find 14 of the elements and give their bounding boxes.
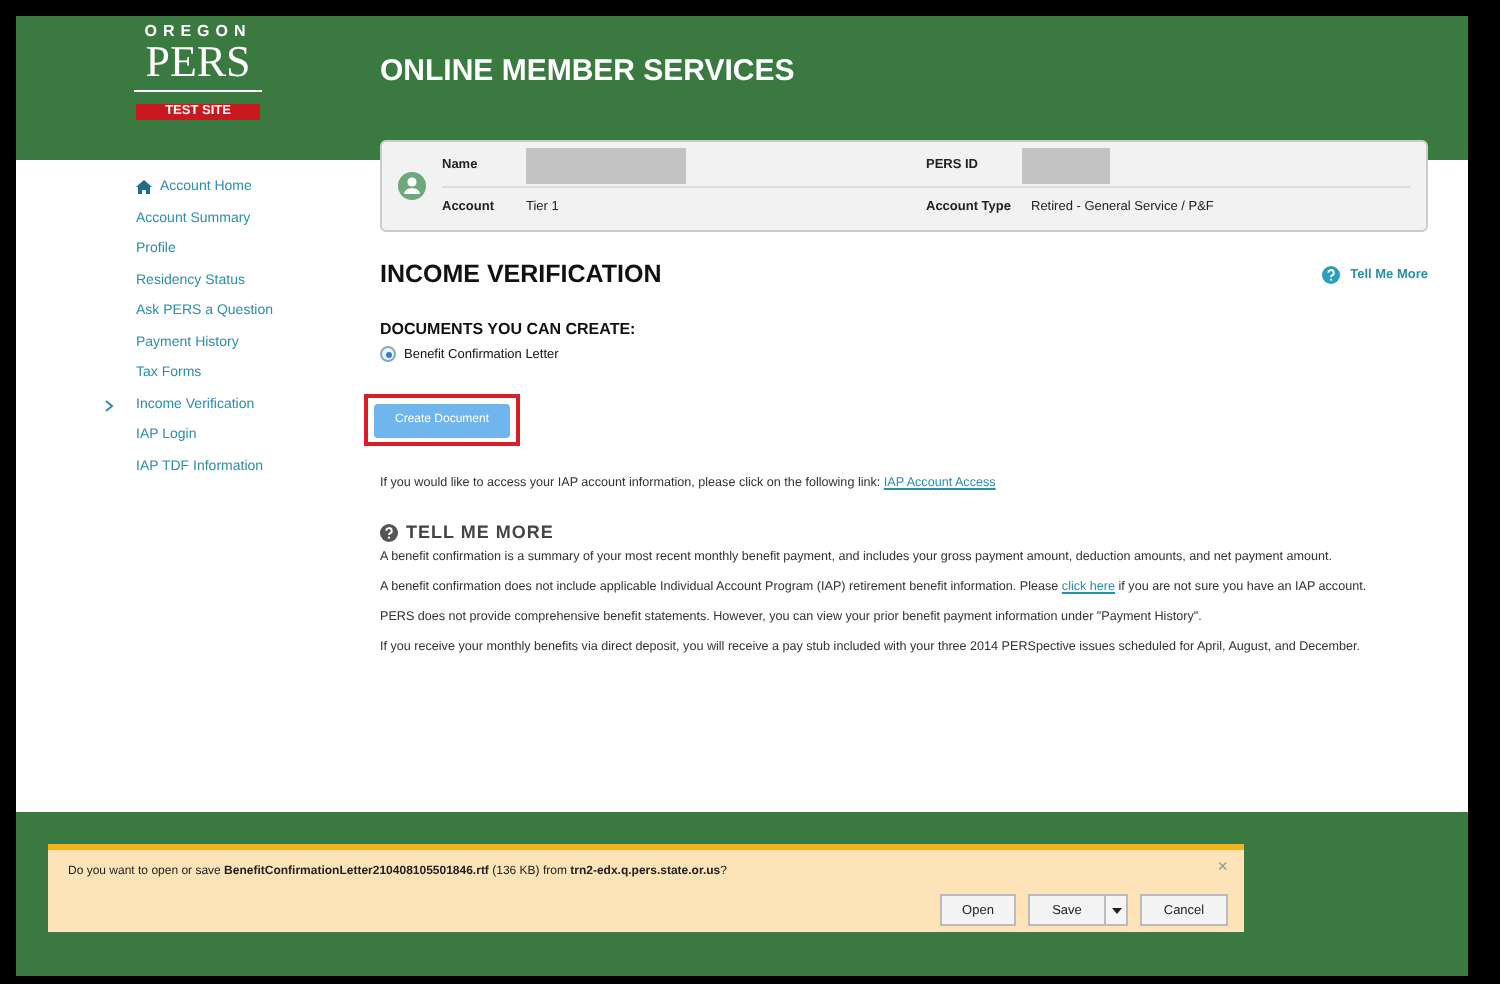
chevron-icon — [104, 399, 114, 411]
logo-text: PERS — [133, 40, 263, 92]
site-title: ONLINE MEMBER SERVICES — [380, 52, 795, 92]
caret-icon[interactable] — [1111, 907, 1121, 913]
page-title: INCOME VERIFICATION — [380, 260, 662, 288]
logo-text: OREGON — [144, 22, 252, 40]
section-heading: TELL ME MORE — [406, 522, 554, 542]
help-icon — [1322, 265, 1341, 283]
user-icon — [398, 172, 426, 200]
close-button[interactable]: × — [1217, 856, 1228, 876]
help-icon — [380, 523, 398, 541]
section-heading: DOCUMENTS YOU CAN CREATE: — [380, 320, 638, 338]
radio-icon[interactable] — [380, 346, 396, 362]
home-icon — [136, 180, 152, 195]
